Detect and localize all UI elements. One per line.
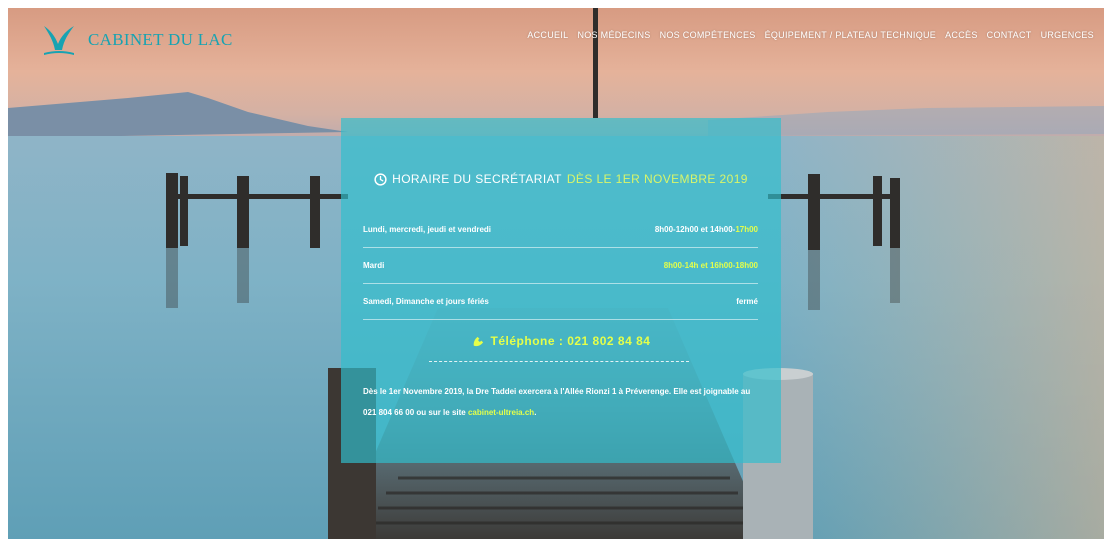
nav-contact[interactable]: CONTACT <box>987 30 1032 40</box>
panel-title-main: HORAIRE DU SECRÉTARIAT <box>392 172 562 186</box>
nav-acces[interactable]: ACCÈS <box>945 30 978 40</box>
hours-time: fermé <box>736 297 758 306</box>
heron-logo-icon <box>44 26 74 55</box>
nav-nos-medecins[interactable]: NOS MÉDECINS <box>577 30 650 40</box>
phone-icon <box>473 336 483 346</box>
site-logo[interactable]: CABINET DU LAC <box>38 20 233 60</box>
hours-time: 8h00-12h00 et 14h00-17h00 <box>654 225 758 234</box>
clock-icon <box>374 172 387 186</box>
hours-day: Samedi, Dimanche et jours fériés <box>363 297 489 306</box>
phone-line[interactable]: Téléphone : 021 802 84 84 <box>341 334 781 348</box>
hours-day: Mardi <box>363 261 385 270</box>
logo-text: CABINET DU LAC <box>88 30 233 49</box>
hours-day: Lundi, mercredi, jeudi et vendredi <box>363 225 492 234</box>
phone-number: Téléphone : 021 802 84 84 <box>490 334 651 348</box>
hours-panel: HORAIRE DU SECRÉTARIAT DÈS LE 1ER NOVEMB… <box>341 118 781 463</box>
hours-row: Lundi, mercredi, jeudi et vendredi 8h00-… <box>363 212 758 248</box>
page-frame: CABINET DU LAC ACCUEIL NOS MÉDECINS NOS … <box>8 8 1104 539</box>
site-link[interactable]: cabinet-ultreia.ch <box>468 408 534 417</box>
nav-accueil[interactable]: ACCUEIL <box>527 30 568 40</box>
hours-time: 8h00-14h et 16h00-18h00 <box>663 261 758 270</box>
notice-text: Dès le 1er Novembre 2019, la Dre Taddei … <box>363 387 751 417</box>
hours-row: Samedi, Dimanche et jours fériés fermé <box>363 284 758 320</box>
phone-divider <box>429 361 689 362</box>
panel-title-highlight: DÈS LE 1ER NOVEMBRE 2019 <box>566 172 748 186</box>
nav-equipement[interactable]: ÉQUIPEMENT / PLATEAU TECHNIQUE <box>765 30 937 40</box>
nav-urgences[interactable]: URGENCES <box>1041 30 1094 40</box>
panel-title: HORAIRE DU SECRÉTARIAT DÈS LE 1ER NOVEMB… <box>341 172 781 186</box>
nav-nos-competences[interactable]: NOS COMPÉTENCES <box>660 30 756 40</box>
hours-table: Lundi, mercredi, jeudi et vendredi 8h00-… <box>363 212 758 320</box>
main-nav: ACCUEIL NOS MÉDECINS NOS COMPÉTENCES ÉQU… <box>527 30 1094 40</box>
hours-row: Mardi 8h00-14h et 16h00-18h00 <box>363 248 758 284</box>
